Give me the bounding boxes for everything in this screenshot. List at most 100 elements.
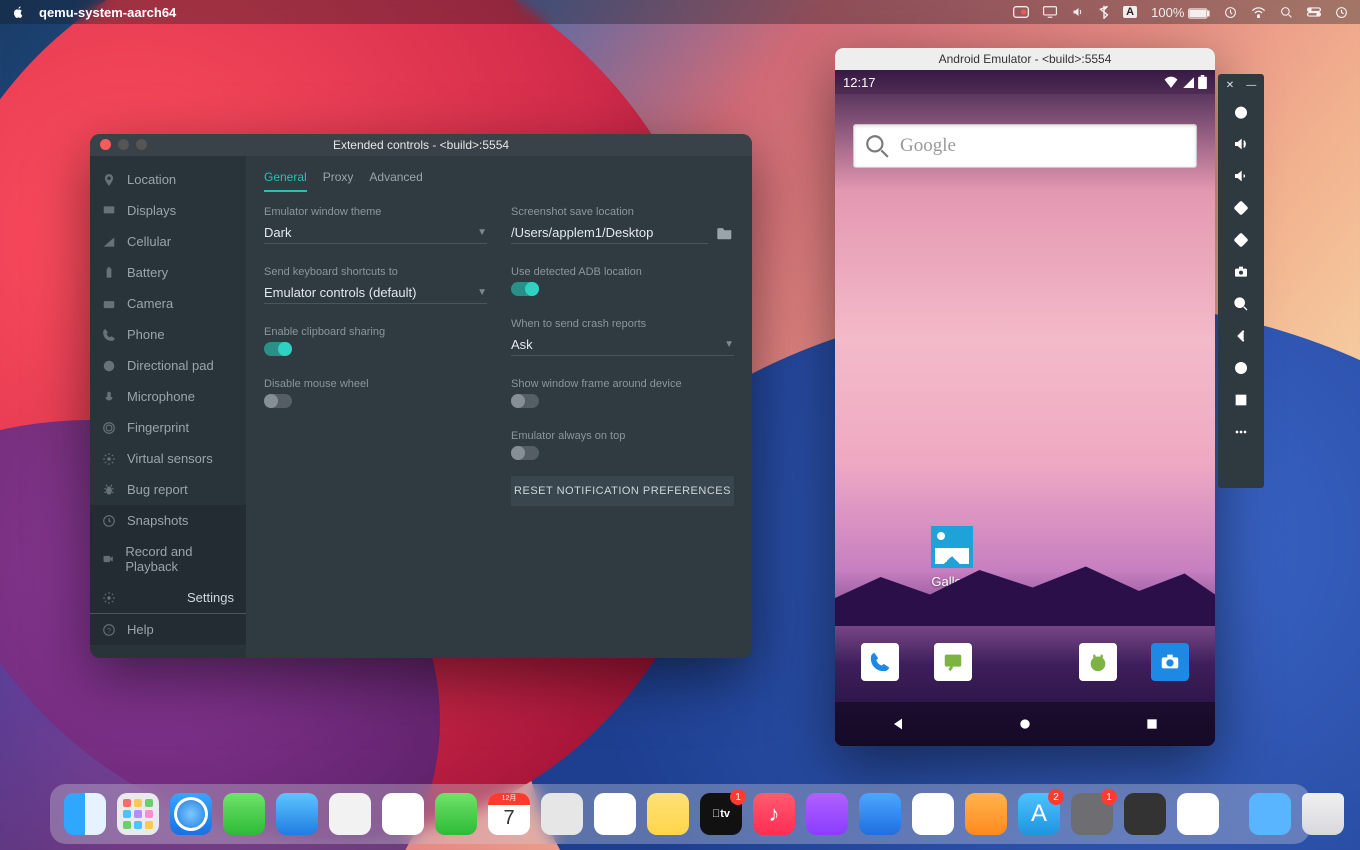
emulator-titlebar[interactable]: Android Emulator - <build>:5554 bbox=[835, 48, 1215, 70]
dock-appstore[interactable]: A2 bbox=[1018, 793, 1060, 835]
dock-notes[interactable] bbox=[647, 793, 689, 835]
screenshot-label: Screenshot save location bbox=[511, 206, 734, 218]
dock-launchpad[interactable] bbox=[117, 793, 159, 835]
volume-down-button[interactable] bbox=[1226, 161, 1256, 191]
menubar-controlcenter-icon[interactable] bbox=[1307, 7, 1321, 17]
window-minimize-button[interactable] bbox=[118, 139, 129, 150]
toolbar-close-button[interactable]: ✕ bbox=[1226, 80, 1234, 91]
sidebar-item-fingerprint[interactable]: Fingerprint bbox=[90, 412, 246, 443]
menubar-input-icon[interactable]: A bbox=[1123, 6, 1137, 18]
settings-tab-general[interactable]: General bbox=[264, 170, 307, 192]
window-zoom-button[interactable] bbox=[136, 139, 147, 150]
emulator-window: Android Emulator - <build>:5554 12:17 Go… bbox=[835, 48, 1215, 746]
device-home-button[interactable] bbox=[1226, 353, 1256, 383]
dock-reminders[interactable] bbox=[594, 793, 636, 835]
dock-downloads[interactable] bbox=[1249, 793, 1291, 835]
menubar-app-title[interactable]: qemu-system-aarch64 bbox=[39, 5, 176, 20]
screenshot-path-input[interactable]: /Users/applem1/Desktop bbox=[511, 222, 708, 244]
dock-podcasts[interactable] bbox=[806, 793, 848, 835]
nav-back-button[interactable] bbox=[890, 716, 906, 732]
device-overview-button[interactable] bbox=[1226, 385, 1256, 415]
sidebar-item-directional-pad[interactable]: Directional pad bbox=[90, 350, 246, 381]
sidebar-item-virtual-sensors[interactable]: Virtual sensors bbox=[90, 443, 246, 474]
device-back-button[interactable] bbox=[1226, 321, 1256, 351]
mouse-label: Disable mouse wheel bbox=[264, 378, 487, 390]
menubar-wifi-icon[interactable] bbox=[1251, 7, 1266, 18]
dock-keynote[interactable] bbox=[859, 793, 901, 835]
dock-calendar[interactable]: 12月7 bbox=[488, 793, 530, 835]
dock-android-studio[interactable] bbox=[1177, 793, 1219, 835]
dock-pages[interactable] bbox=[965, 793, 1007, 835]
extended-controls-titlebar[interactable]: Extended controls - <build>:5554 bbox=[90, 134, 752, 156]
nav-recents-button[interactable] bbox=[1144, 716, 1160, 732]
clipboard-toggle[interactable] bbox=[264, 342, 292, 356]
wallpaper-mountains bbox=[835, 556, 1215, 626]
dock-photos[interactable] bbox=[382, 793, 424, 835]
window-close-button[interactable] bbox=[100, 139, 111, 150]
dock-tv[interactable]: tv1 bbox=[700, 793, 742, 835]
zoom-in-button[interactable] bbox=[1226, 289, 1256, 319]
shortcuts-select[interactable]: Emulator controls (default)▼ bbox=[264, 282, 487, 304]
dock-mail[interactable] bbox=[276, 793, 318, 835]
settings-tab-advanced[interactable]: Advanced bbox=[369, 170, 422, 192]
settings-tab-proxy[interactable]: Proxy bbox=[323, 170, 354, 192]
mac-dock: 12月7 tv1 ♪ A2 1 bbox=[50, 784, 1310, 844]
menubar-bluetooth-icon[interactable] bbox=[1099, 5, 1109, 19]
dock-finder[interactable] bbox=[64, 793, 106, 835]
menubar-volume-icon[interactable] bbox=[1071, 6, 1085, 18]
device-screen[interactable]: 12:17 Google Gallery bbox=[835, 70, 1215, 746]
volume-up-button[interactable] bbox=[1226, 129, 1256, 159]
screenshot-button[interactable] bbox=[1226, 257, 1256, 287]
sidebar-item-battery[interactable]: Battery bbox=[90, 257, 246, 288]
messages-app-icon[interactable] bbox=[934, 643, 972, 681]
sidebar-item-microphone[interactable]: Microphone bbox=[90, 381, 246, 412]
dock-trash[interactable] bbox=[1302, 793, 1344, 835]
dock-numbers[interactable] bbox=[912, 793, 954, 835]
folder-browse-icon[interactable] bbox=[716, 226, 734, 240]
menubar-screenmirror-icon[interactable] bbox=[1043, 6, 1057, 18]
frame-toggle[interactable] bbox=[511, 394, 539, 408]
nav-home-button[interactable] bbox=[1017, 716, 1033, 732]
sidebar-item-settings[interactable]: Settings bbox=[90, 582, 246, 614]
dock-music[interactable]: ♪ bbox=[753, 793, 795, 835]
theme-select[interactable]: Dark▼ bbox=[264, 222, 487, 244]
sidebar-item-location[interactable]: Location bbox=[90, 164, 246, 195]
dock-messages[interactable] bbox=[223, 793, 265, 835]
power-button[interactable] bbox=[1226, 97, 1256, 127]
sidebar-item-help[interactable]: ?Help bbox=[90, 614, 246, 645]
dock-maps[interactable] bbox=[329, 793, 371, 835]
sidebar-item-cellular[interactable]: Cellular bbox=[90, 226, 246, 257]
more-button[interactable] bbox=[1226, 417, 1256, 447]
dock-safari[interactable] bbox=[170, 793, 212, 835]
toolbar-minimize-button[interactable]: — bbox=[1246, 80, 1256, 91]
menubar-timemachine-icon[interactable] bbox=[1224, 6, 1237, 19]
sidebar-item-snapshots[interactable]: Snapshots bbox=[90, 505, 246, 536]
phone-app-icon[interactable] bbox=[861, 643, 899, 681]
reset-notification-button[interactable]: RESET NOTIFICATION PREFERENCES bbox=[511, 476, 734, 506]
sidebar-item-displays[interactable]: Displays bbox=[90, 195, 246, 226]
rotate-left-button[interactable] bbox=[1226, 193, 1256, 223]
apple-icon[interactable] bbox=[12, 6, 25, 19]
rotate-right-button[interactable] bbox=[1226, 225, 1256, 255]
menubar-battery[interactable]: 100% bbox=[1151, 5, 1210, 20]
sidebar-item-bug-report[interactable]: Bug report bbox=[90, 474, 246, 505]
extended-controls-sidebar: Location Displays Cellular Battery Camer… bbox=[90, 156, 246, 658]
crash-select[interactable]: Ask▼ bbox=[511, 334, 734, 356]
dock-contacts[interactable] bbox=[541, 793, 583, 835]
ontop-toggle[interactable] bbox=[511, 446, 539, 460]
menubar-donotdisturb-icon[interactable] bbox=[1013, 6, 1029, 18]
camera-app-icon[interactable] bbox=[1151, 643, 1189, 681]
sidebar-item-record-playback[interactable]: Record and Playback bbox=[90, 536, 246, 582]
extended-controls-title: Extended controls - <build>:5554 bbox=[333, 138, 509, 152]
mouse-toggle[interactable] bbox=[264, 394, 292, 408]
google-search-widget[interactable]: Google bbox=[853, 124, 1197, 168]
sidebar-item-phone[interactable]: Phone bbox=[90, 319, 246, 350]
browser-app-icon[interactable] bbox=[1079, 643, 1117, 681]
menubar-spotlight-icon[interactable] bbox=[1280, 6, 1293, 19]
dock-facetime[interactable] bbox=[435, 793, 477, 835]
menubar-clock-icon[interactable] bbox=[1335, 6, 1348, 19]
dock-settings[interactable]: 1 bbox=[1071, 793, 1113, 835]
dock-fcp[interactable] bbox=[1124, 793, 1166, 835]
adb-toggle[interactable] bbox=[511, 282, 539, 296]
sidebar-item-camera[interactable]: Camera bbox=[90, 288, 246, 319]
